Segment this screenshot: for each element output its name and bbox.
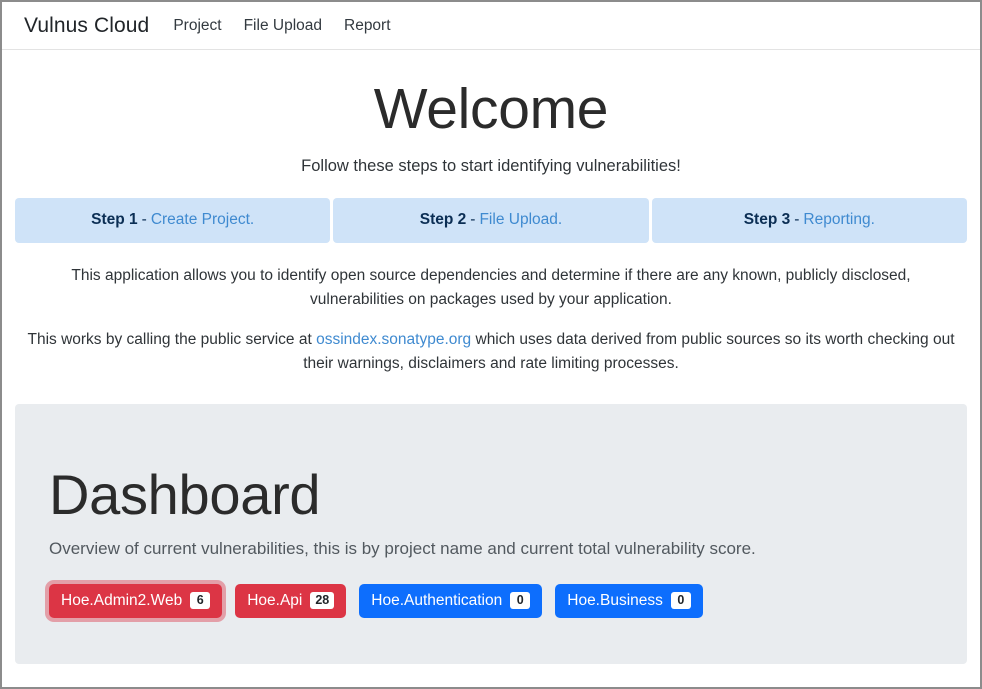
- steps-bar: Step 1 - Create Project. Step 2 - File U…: [15, 197, 967, 243]
- dashboard-title: Dashboard: [49, 462, 321, 526]
- project-button-hoe-business[interactable]: Hoe.Business 0: [555, 583, 703, 619]
- nav-link-file-upload[interactable]: File Upload: [244, 17, 322, 35]
- step-item-1[interactable]: Step 1 - Create Project.: [15, 197, 331, 243]
- step-1-label: Step 1: [91, 211, 138, 229]
- nav-link-report[interactable]: Report: [344, 17, 391, 35]
- status-badge: 6: [190, 591, 211, 610]
- step-item-2[interactable]: Step 2 - File Upload.: [333, 197, 649, 243]
- intro-paragraph-1: This application allows you to identify …: [71, 266, 911, 308]
- step-1-link[interactable]: Create Project.: [151, 211, 254, 229]
- status-badge: 0: [670, 591, 691, 610]
- step-2-dash: -: [470, 211, 476, 229]
- navbar: Vulnus Cloud Project File Upload Report: [2, 2, 980, 50]
- project-button-hoe-authentication[interactable]: Hoe.Authentication 0: [359, 583, 543, 619]
- browser-window: Vulnus Cloud Project File Upload Report …: [0, 0, 982, 689]
- ossindex-link[interactable]: ossindex.sonatype.org: [316, 331, 471, 348]
- project-button-label: Hoe.Authentication: [371, 591, 503, 609]
- step-2-label: Step 2: [419, 211, 467, 229]
- project-button-hoe-admin2-web[interactable]: Hoe.Admin2.Web 6: [49, 583, 223, 619]
- dashboard-subtitle: Overview of current vulnerabilities, thi…: [49, 538, 756, 558]
- project-button-label: Hoe.Business: [567, 591, 663, 609]
- step-1-dash: -: [141, 211, 147, 229]
- nav-links: Project File Upload Report: [173, 17, 390, 35]
- page-subtitle: Follow these steps to start identifying …: [301, 156, 681, 175]
- project-badge-row: Hoe.Admin2.Web 6 Hoe.Api 28 Hoe.Authenti…: [49, 559, 933, 619]
- step-2-link[interactable]: File Upload.: [479, 211, 562, 229]
- intro-paragraph-2: This works by calling the public service…: [15, 312, 967, 376]
- step-3-dash: -: [794, 211, 800, 229]
- step-3-link[interactable]: Reporting.: [803, 211, 875, 229]
- page-title: Welcome: [373, 77, 609, 141]
- project-button-label: Hoe.Api: [247, 591, 303, 609]
- project-button-label: Hoe.Admin2.Web: [61, 591, 183, 609]
- intro-paragraph-2-before: This works by calling the public service…: [27, 330, 317, 348]
- step-item-3[interactable]: Step 3 - Reporting.: [651, 197, 967, 243]
- brand-logo[interactable]: Vulnus Cloud: [24, 14, 149, 38]
- page-content: Welcome Follow these steps to start iden…: [2, 50, 980, 665]
- status-badge: 28: [310, 591, 335, 610]
- status-badge: 0: [510, 591, 531, 610]
- nav-link-project[interactable]: Project: [173, 17, 221, 35]
- dashboard-panel: Dashboard Overview of current vulnerabil…: [15, 403, 967, 665]
- step-3-label: Step 3: [743, 211, 791, 229]
- project-button-hoe-api[interactable]: Hoe.Api 28: [235, 583, 347, 619]
